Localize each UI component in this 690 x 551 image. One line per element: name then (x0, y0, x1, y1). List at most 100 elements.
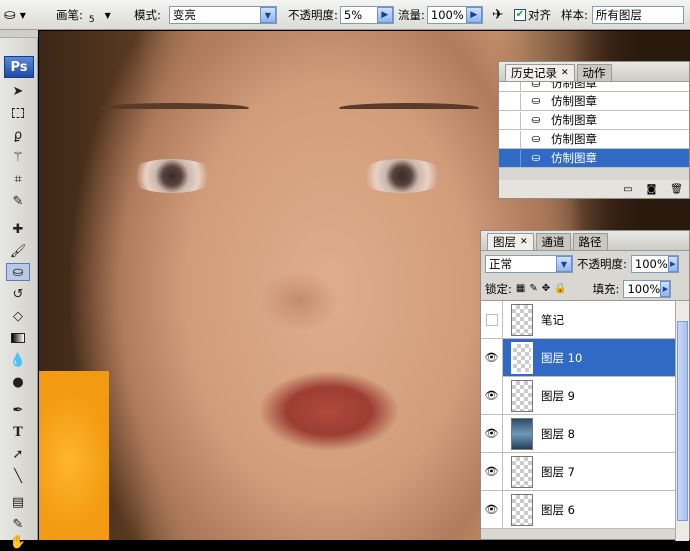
layer-row-9[interactable]: 👁 图层 9 (481, 376, 675, 415)
lasso-tool[interactable]: ϼ (6, 126, 30, 144)
fill-value: 100% (627, 281, 661, 296)
close-icon[interactable]: ✕ (561, 68, 569, 78)
tab-layers[interactable]: 图层 ✕ (487, 233, 534, 250)
chevron-right-icon[interactable]: ▶ (376, 7, 393, 23)
blur-tool[interactable]: 💧 (6, 351, 30, 369)
healing-brush-tool[interactable]: ✚ (6, 220, 30, 238)
tab-channels-label: 通道 (541, 235, 565, 249)
tab-layers-label: 图层 (493, 235, 516, 249)
history-panel-tabs: 历史记录 ✕ 动作 (499, 62, 689, 82)
lock-position-icon[interactable]: ✥ (542, 283, 550, 294)
new-document-icon[interactable]: ▭ (623, 184, 632, 195)
eraser-icon: ◇ (13, 308, 23, 324)
layer-thumbnail (511, 417, 533, 450)
scrollbar-thumb[interactable] (677, 321, 688, 521)
magic-wand-icon: ⚚ (12, 149, 24, 165)
flow-label: 流量: (398, 8, 425, 22)
tab-channels[interactable]: 通道 (535, 233, 571, 250)
layer-row-7[interactable]: 👁 图层 7 (481, 452, 675, 491)
layer-row-notes[interactable]: 笔记 (481, 300, 675, 339)
crop-icon: ⌗ (14, 171, 22, 187)
tab-paths-label: 路径 (578, 235, 602, 249)
dodge-icon: ● (12, 374, 24, 390)
aligned-checkbox[interactable]: ✔ 对齐 (514, 5, 551, 25)
eyedropper-tool[interactable]: ✎ (6, 192, 30, 210)
line-icon: ╲ (14, 468, 22, 484)
history-item[interactable]: ⛀ 仿制图章 (499, 130, 689, 149)
lock-pixels-icon[interactable]: ✎ (529, 283, 537, 294)
layer-opacity-field[interactable]: 100% ▶ (630, 255, 679, 273)
aligned-label: 对齐 (528, 8, 551, 22)
eyedropper2-tool[interactable]: ✎ (6, 515, 30, 533)
layer-row-8[interactable]: 👁 图层 8 (481, 414, 675, 453)
layer-name: 笔记 (541, 312, 564, 327)
lock-all-icon[interactable]: 🔒 (554, 283, 566, 294)
brush-tool[interactable]: 🖌 (6, 242, 30, 260)
hand-tool[interactable]: ✋ (6, 533, 30, 551)
history-panel: 历史记录 ✕ 动作 ⛀ 仿制图章 ⛀ 仿制图章 ⛀ 仿制图章 ⛀ 仿制图章 ⛀ 仿制图章 ▭… (498, 61, 690, 199)
visibility-toggle[interactable]: 👁 (481, 338, 503, 377)
history-item[interactable]: ⛀ 仿制图章 (499, 111, 689, 130)
snapshot-icon[interactable]: ◙ (647, 184, 657, 195)
visibility-toggle[interactable] (481, 300, 503, 339)
notes-tool[interactable]: ▤ (6, 493, 30, 511)
pen-tool[interactable]: ✒ (6, 401, 30, 419)
layers-scrollbar[interactable] (675, 301, 689, 541)
blend-mode-select[interactable]: 正常 ▼ (485, 255, 573, 273)
blur-icon: 💧 (9, 352, 27, 368)
layer-name: 图层 7 (541, 464, 575, 479)
history-brush-icon: ↺ (12, 286, 24, 302)
path-selection-tool[interactable]: ➚ (6, 445, 30, 463)
marquee-tool[interactable] (6, 104, 30, 122)
history-item-current[interactable]: ⛀ 仿制图章 (499, 149, 689, 168)
history-item[interactable]: ⛀ 仿制图章 (499, 92, 689, 111)
move-icon: ➤ (12, 83, 24, 99)
visibility-toggle[interactable]: 👁 (481, 490, 503, 529)
opacity-field[interactable]: 5% ▶ (339, 6, 394, 24)
close-icon[interactable]: ✕ (520, 237, 528, 247)
layer-name: 图层 10 (541, 350, 583, 365)
tab-actions[interactable]: 动作 (576, 64, 612, 81)
visibility-toggle[interactable]: 👁 (481, 376, 503, 415)
layer-row-10[interactable]: 👁 图层 10 (481, 338, 675, 377)
visibility-toggle[interactable]: 👁 (481, 452, 503, 491)
magic-wand-tool[interactable]: ⚚ (6, 148, 30, 166)
line-tool[interactable]: ╲ (6, 467, 30, 485)
eraser-tool[interactable]: ◇ (6, 307, 30, 325)
layer-row-6[interactable]: 👁 图层 6 (481, 490, 675, 529)
clone-stamp-tool[interactable]: ⛀ (6, 263, 30, 281)
history-item-label: 仿制图章 (551, 94, 597, 108)
layers-list: 笔记 👁 图层 10 👁 图层 9 👁 图层 8 👁 图层 7 👁 图层 6 (481, 300, 675, 529)
flow-field[interactable]: 100% ▶ (426, 6, 483, 24)
chevron-down-icon: ▼ (259, 7, 276, 23)
chevron-down-icon: ▼ (556, 256, 572, 272)
chevron-right-icon[interactable]: ▶ (465, 7, 482, 23)
gradient-tool[interactable] (6, 329, 30, 347)
chevron-right-icon[interactable]: ▶ (660, 280, 671, 297)
trash-icon[interactable]: 🗑 (670, 184, 683, 195)
tab-paths[interactable]: 路径 (572, 233, 608, 250)
clone-stamp-tool-preset[interactable]: ⛀ ▼ (4, 5, 26, 25)
left-eye (127, 159, 217, 193)
visibility-toggle[interactable]: 👁 (481, 414, 503, 453)
history-brush-tool[interactable]: ↺ (6, 285, 30, 303)
brush-picker[interactable]: 5 ▼ (89, 5, 111, 26)
type-tool[interactable]: T (6, 423, 30, 441)
fill-field[interactable]: 100% ▶ (623, 279, 672, 298)
tab-history[interactable]: 历史记录 ✕ (505, 64, 575, 81)
chevron-right-icon[interactable]: ▶ (667, 256, 678, 272)
ps-logo[interactable]: Ps (4, 56, 34, 78)
airbrush-button[interactable]: ✈ (492, 5, 504, 25)
dodge-tool[interactable]: ● (6, 373, 30, 391)
lock-transparency-icon[interactable]: ▦ (516, 283, 525, 294)
yellow-background (39, 371, 109, 540)
sample-select[interactable]: 所有图层 (591, 6, 684, 24)
panel-gripper[interactable] (0, 30, 38, 38)
history-item[interactable]: ⛀ 仿制图章 (499, 82, 689, 92)
fill-label: 填充: (592, 281, 620, 296)
crop-tool[interactable]: ⌗ (6, 170, 30, 188)
history-item-label: 仿制图章 (551, 132, 597, 146)
mode-select[interactable]: 变亮 ▼ (168, 6, 277, 24)
move-tool[interactable]: ➤ (6, 82, 30, 100)
layer-name: 图层 6 (541, 502, 575, 517)
